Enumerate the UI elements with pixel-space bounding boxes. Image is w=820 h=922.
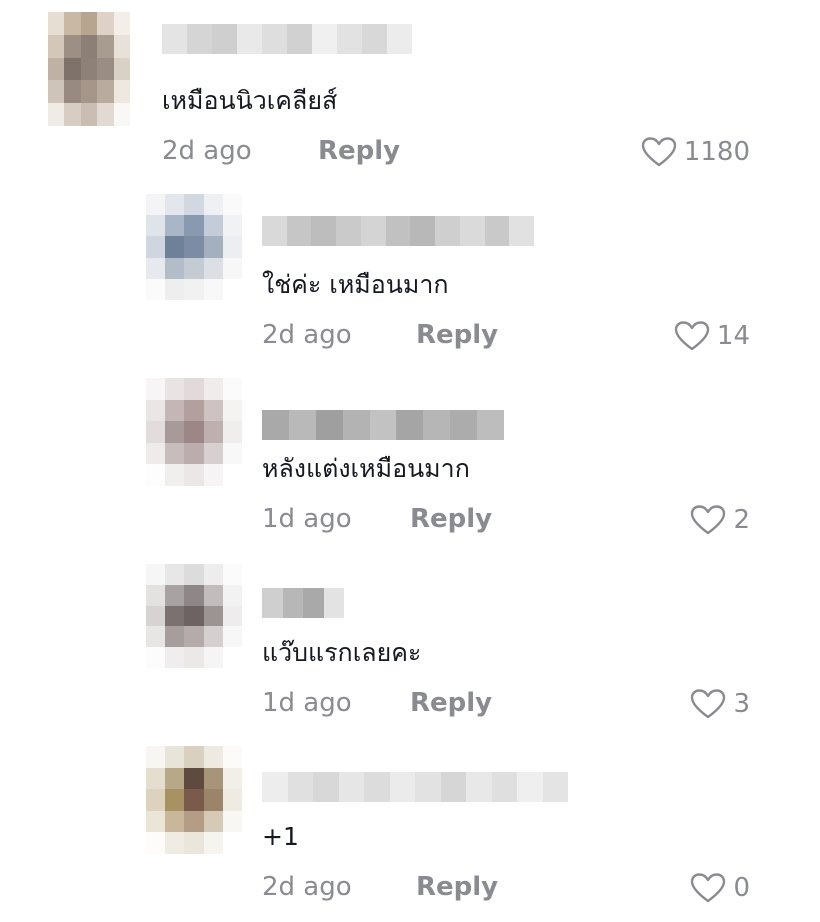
- comment-text: ใช่ค่ะ เหมือนมาก: [262, 270, 449, 299]
- heart-icon: [674, 321, 710, 351]
- comment-text: เหมือนนิวเคลียส์: [162, 86, 338, 115]
- avatar[interactable]: [146, 746, 242, 854]
- avatar[interactable]: [146, 378, 242, 486]
- comment-time: 2d ago: [262, 320, 352, 350]
- comment-text: หลังแต่งเหมือนมาก: [262, 454, 470, 483]
- heart-icon: [691, 689, 726, 719]
- like-button[interactable]: 3: [689, 688, 750, 720]
- comment-time: 2d ago: [162, 136, 252, 166]
- like-count: 14: [716, 321, 750, 351]
- username-blurred[interactable]: [262, 772, 568, 802]
- username-blurred[interactable]: [262, 588, 344, 618]
- avatar[interactable]: [146, 194, 242, 300]
- like-button[interactable]: 1180: [640, 136, 750, 168]
- reply-button[interactable]: Reply: [416, 872, 498, 902]
- avatar[interactable]: [48, 12, 130, 126]
- heart-icon: [641, 137, 677, 167]
- comment-time: 1d ago: [262, 504, 352, 534]
- comment-text: +1: [262, 822, 299, 851]
- heart-icon: [691, 873, 726, 903]
- reply-button[interactable]: Reply: [416, 320, 498, 350]
- comment-text: แว๊บแรกเลยคะ: [262, 638, 422, 667]
- username-blurred[interactable]: [262, 216, 535, 246]
- like-button[interactable]: 14: [673, 320, 750, 352]
- username-blurred[interactable]: [162, 24, 412, 54]
- like-button[interactable]: 2: [689, 504, 750, 536]
- like-count: 3: [733, 689, 750, 719]
- username-blurred[interactable]: [262, 410, 505, 440]
- comment-time: 2d ago: [262, 872, 352, 902]
- avatar[interactable]: [146, 564, 242, 668]
- heart-icon: [691, 505, 726, 535]
- like-button[interactable]: 0: [689, 872, 750, 904]
- reply-button[interactable]: Reply: [410, 688, 492, 718]
- like-count: 1180: [683, 137, 750, 167]
- reply-button[interactable]: Reply: [318, 136, 400, 166]
- comment-time: 1d ago: [262, 688, 352, 718]
- reply-button[interactable]: Reply: [410, 504, 492, 534]
- like-count: 2: [733, 505, 750, 535]
- like-count: 0: [733, 873, 750, 903]
